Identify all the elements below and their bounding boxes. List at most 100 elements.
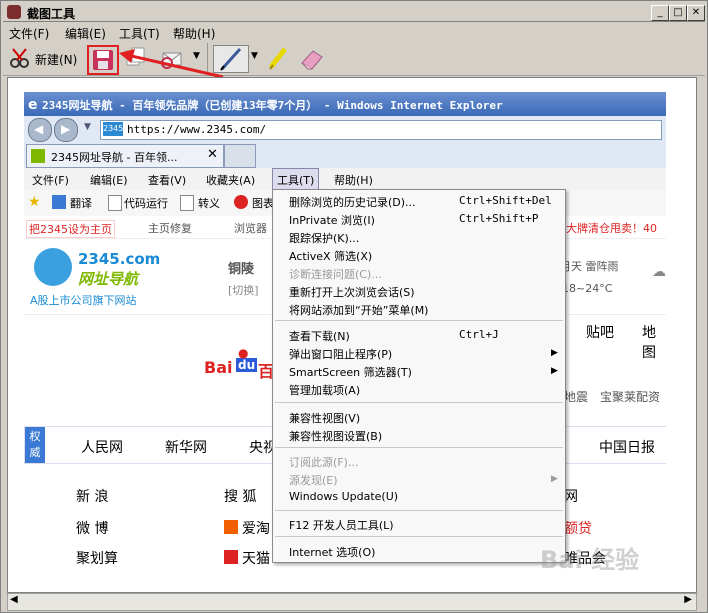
ie-tab-bar: 2345网址导航 - 百年领... ✕ bbox=[24, 142, 666, 169]
tmall-icon bbox=[224, 550, 238, 564]
menu-help[interactable]: 帮助(H) bbox=[173, 25, 215, 42]
menu-feed-discovery: 源发现(E) bbox=[289, 474, 338, 487]
maximize-button[interactable]: □ bbox=[669, 5, 687, 21]
chevron-down-icon[interactable]: ▼ bbox=[251, 51, 258, 61]
menu-tools[interactable]: 工具(T) bbox=[119, 25, 160, 42]
tab-label: 2345网址导航 - 百年领... bbox=[51, 151, 178, 164]
baidu-du-mark: du bbox=[236, 358, 258, 372]
link-people[interactable]: 人民网 bbox=[81, 437, 123, 457]
ie-menu-favorites[interactable]: 收藏夹(A) bbox=[206, 172, 255, 188]
new-button[interactable]: 新建(N) bbox=[7, 45, 81, 71]
ie-menu-edit[interactable]: 编辑(E) bbox=[90, 172, 128, 188]
eraser-icon[interactable] bbox=[299, 47, 325, 71]
menu-manage-addons[interactable]: 管理加载项(A) bbox=[289, 382, 360, 398]
homepage-fix-link[interactable]: 主页修复 bbox=[148, 220, 192, 236]
menu-separator bbox=[275, 402, 563, 403]
menu-compat-view[interactable]: 兼容性视图(V) bbox=[289, 410, 360, 426]
new-label: 新建(N) bbox=[35, 53, 78, 67]
menu-smartscreen[interactable]: SmartScreen 筛选器(T) bbox=[289, 364, 412, 380]
link-juhuasuan[interactable]: 聚划算 bbox=[76, 548, 118, 568]
menu-reopen-session[interactable]: 重新打开上次浏览会话(S) bbox=[289, 284, 415, 300]
scissors-icon bbox=[10, 48, 29, 68]
link-right-2[interactable]: 额贷 bbox=[564, 518, 592, 538]
ie-menu-file[interactable]: 文件(F) bbox=[32, 172, 69, 188]
fav-translate[interactable]: 翻译 bbox=[70, 195, 92, 211]
ie-tab[interactable]: 2345网址导航 - 百年领... ✕ bbox=[26, 144, 224, 168]
octopus-logo-icon bbox=[34, 248, 72, 286]
menu-view-downloads[interactable]: 查看下载(N) bbox=[289, 328, 350, 344]
tools-dropdown-menu: 删除浏览的历史记录(D)... Ctrl+Shift+Del InPrivate… bbox=[272, 189, 566, 563]
logo-sub: 网址导航 bbox=[78, 270, 139, 288]
promo-link[interactable]: 大牌清仓甩卖！40 bbox=[566, 220, 657, 236]
back-button[interactable]: ◀ bbox=[28, 118, 52, 142]
menu-bar: 文件(F) 编辑(E) 工具(T) 帮助(H) bbox=[3, 23, 705, 41]
close-button[interactable]: ✕ bbox=[687, 5, 705, 21]
promo-peizi[interactable]: 宝聚莱配资 bbox=[600, 388, 660, 405]
promo-earthquake[interactable]: 地震 bbox=[564, 388, 588, 405]
menu-windows-update[interactable]: Windows Update(U) bbox=[289, 490, 398, 503]
link-sohu[interactable]: 搜 狐 bbox=[224, 486, 256, 506]
toolbar: 新建(N) ▼ ▼ bbox=[3, 41, 705, 79]
minimize-button[interactable]: _ bbox=[651, 5, 669, 21]
weather-temp: 18~24°C bbox=[562, 282, 613, 295]
ie-menu-view[interactable]: 查看(V) bbox=[148, 172, 186, 188]
menu-popup-blocker[interactable]: 弹出窗口阻止程序(P) bbox=[289, 346, 392, 362]
link-sina[interactable]: 新 浪 bbox=[76, 486, 108, 506]
forward-arrow-icon: ▶ bbox=[61, 122, 71, 136]
address-text: https://www.2345.com/ bbox=[127, 123, 267, 136]
baidu-logo-text: Bai bbox=[204, 358, 233, 377]
translate-icon bbox=[52, 195, 66, 209]
link-right-1[interactable]: 网 bbox=[564, 486, 578, 506]
ie-menu-help[interactable]: 帮助(H) bbox=[334, 172, 373, 188]
link-weibo[interactable]: 微 博 bbox=[76, 518, 108, 538]
star-icon[interactable]: ★ bbox=[28, 194, 41, 210]
menu-file[interactable]: 文件(F) bbox=[9, 25, 49, 42]
ie-address-bar: ◀ ▶ ▼ 2345 https://www.2345.com/ bbox=[24, 116, 666, 142]
city-name: 铜陵 bbox=[228, 262, 255, 277]
horizontal-scrollbar[interactable]: ◀ ▶ bbox=[7, 593, 697, 611]
fav-code-run[interactable]: 代码运行 bbox=[124, 195, 168, 211]
ie-menu-bar: 文件(F) 编辑(E) 查看(V) 收藏夹(A) 工具(T) 帮助(H) bbox=[24, 168, 666, 192]
menu-activex-filter[interactable]: ActiveX 筛选(X) bbox=[289, 248, 372, 264]
menu-internet-options[interactable]: Internet 选项(O) bbox=[289, 544, 375, 560]
scroll-right-icon[interactable]: ▶ bbox=[684, 594, 692, 605]
browser-link[interactable]: 浏览器 bbox=[234, 220, 267, 236]
save-icon bbox=[93, 50, 113, 70]
title-bar: 截图工具 _ □ ✕ bbox=[3, 3, 705, 22]
set-homepage-link[interactable]: 把2345设为主页 bbox=[26, 220, 115, 238]
link-aitao[interactable]: 爱淘 bbox=[242, 518, 270, 538]
city-switch[interactable]: [切换] bbox=[228, 282, 259, 298]
menu-add-to-start[interactable]: 将网站添加到“开始”菜单(M) bbox=[289, 302, 428, 318]
scroll-left-icon[interactable]: ◀ bbox=[10, 594, 18, 605]
page-icon bbox=[180, 195, 194, 211]
address-field[interactable]: 2345 https://www.2345.com/ bbox=[100, 120, 662, 140]
chart-icon bbox=[234, 195, 248, 209]
nav-map[interactable]: 地图 bbox=[642, 322, 666, 362]
chevron-down-icon[interactable]: ▼ bbox=[84, 122, 91, 132]
weather-text: 月天 雷阵雨 bbox=[560, 260, 619, 273]
menu-inprivate[interactable]: InPrivate 浏览(I) bbox=[289, 212, 375, 228]
submenu-arrow-icon: ▶ bbox=[551, 474, 558, 484]
svg-text:e: e bbox=[28, 97, 38, 111]
tab-favicon bbox=[31, 149, 45, 163]
logo-tagline: A股上市公司旗下网站 bbox=[30, 294, 137, 307]
menu-separator bbox=[275, 510, 563, 511]
highlighter-icon[interactable] bbox=[267, 45, 289, 71]
snipping-tool-icon bbox=[7, 5, 21, 19]
menu-subscribe-feed: 订阅此源(F)... bbox=[289, 456, 359, 469]
menu-delete-history[interactable]: 删除浏览的历史记录(D)... bbox=[289, 194, 416, 210]
fav-chart[interactable]: 图表 bbox=[252, 195, 274, 211]
new-tab-button[interactable] bbox=[224, 144, 256, 168]
forward-button[interactable]: ▶ bbox=[54, 118, 78, 142]
link-tmall[interactable]: 天猫 bbox=[242, 548, 270, 568]
link-xinhua[interactable]: 新华网 bbox=[165, 437, 207, 457]
link-chinadaily[interactable]: 中国日报 bbox=[599, 437, 655, 457]
menu-tracking-protection[interactable]: 跟踪保护(K)... bbox=[289, 230, 359, 246]
menu-compat-settings[interactable]: 兼容性视图设置(B) bbox=[289, 428, 382, 444]
nav-tieba[interactable]: 贴吧 bbox=[586, 322, 614, 342]
menu-edit[interactable]: 编辑(E) bbox=[65, 25, 106, 42]
taobao-icon bbox=[224, 520, 238, 534]
fav-escape[interactable]: 转义 bbox=[198, 195, 220, 211]
menu-f12-devtools[interactable]: F12 开发人员工具(L) bbox=[289, 517, 394, 533]
close-tab-icon[interactable]: ✕ bbox=[207, 147, 218, 162]
